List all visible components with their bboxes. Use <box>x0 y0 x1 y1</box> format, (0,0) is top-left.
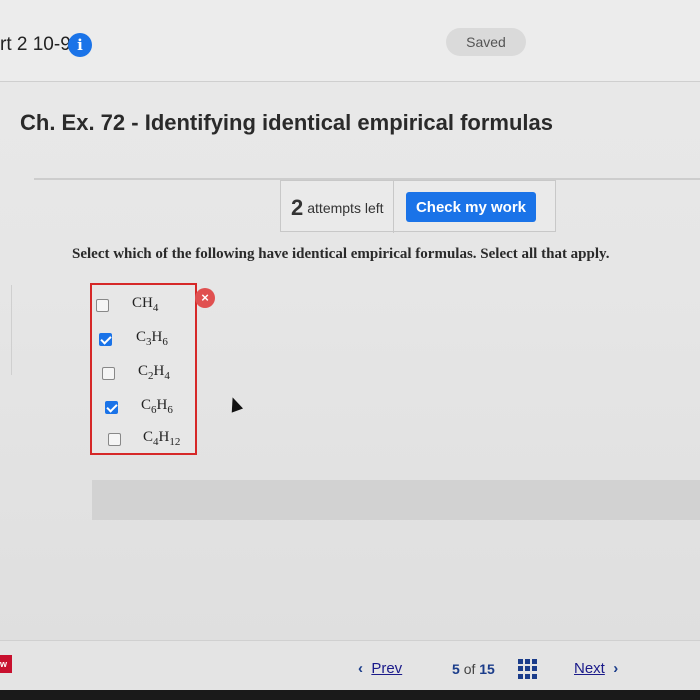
chevron-left-icon: ‹ <box>358 660 363 677</box>
answer-options: CH4 C3H6 C2H4 C6H6 C4H12 <box>90 283 197 455</box>
mouse-cursor-icon <box>226 395 244 413</box>
screen-bezel <box>0 690 700 700</box>
attempts-left: 2 attempts left <box>291 195 384 221</box>
question-text: Select which of the following have ident… <box>72 246 610 262</box>
left-edge-panel <box>0 285 12 375</box>
saved-status: Saved <box>446 28 526 56</box>
check-my-work-button[interactable]: Check my work <box>406 192 536 222</box>
prev-label: Prev <box>371 660 403 677</box>
next-label: Next <box>574 660 605 677</box>
option-checkbox[interactable] <box>105 401 118 414</box>
attempts-label: attempts left <box>307 200 384 216</box>
option-c2h4[interactable]: C2H4 <box>92 358 195 390</box>
option-formula: C6H6 <box>141 397 173 416</box>
option-c3h6[interactable]: C3H6 <box>92 324 195 356</box>
grid-icon[interactable] <box>518 659 538 679</box>
screen: rt 2 10-9 i Saved Ch. Ex. 72 - Identifyi… <box>0 0 700 690</box>
attempts-separator <box>393 181 394 233</box>
attempts-count: 2 <box>291 195 304 220</box>
option-formula: C3H6 <box>136 329 168 348</box>
page-title: Ch. Ex. 72 - Identifying identical empir… <box>20 110 554 135</box>
page-indicator: 5 of 15 <box>452 661 495 677</box>
attempts-panel: 2 attempts left Check my work <box>280 180 556 233</box>
option-c4h12[interactable]: C4H12 <box>92 424 195 456</box>
option-formula: C2H4 <box>138 363 170 382</box>
option-c6h6[interactable]: C6H6 <box>92 392 195 424</box>
option-checkbox[interactable] <box>99 333 112 346</box>
top-bar: rt 2 10-9 i Saved <box>0 0 700 82</box>
next-button[interactable]: Next › <box>574 660 618 677</box>
option-formula: CH4 <box>132 295 159 314</box>
option-checkbox[interactable] <box>108 433 121 446</box>
part-label: rt 2 10-9 <box>0 34 71 55</box>
option-ch4[interactable]: CH4 <box>92 290 195 322</box>
prev-button[interactable]: ‹ Prev <box>358 660 402 677</box>
option-formula: C4H12 <box>143 429 181 448</box>
publisher-logo: w <box>0 655 12 673</box>
option-checkbox[interactable] <box>96 299 109 312</box>
option-checkbox[interactable] <box>102 367 115 380</box>
page-current: 5 <box>452 661 460 677</box>
incorrect-x-icon: × <box>195 288 215 308</box>
footer-nav: w ‹ Prev 5 of 15 Next › <box>0 640 700 690</box>
page-of: of <box>463 661 476 677</box>
chevron-right-icon: › <box>613 660 619 677</box>
page-total: 15 <box>479 661 495 677</box>
feedback-bar <box>92 480 700 520</box>
info-icon[interactable]: i <box>68 33 92 57</box>
